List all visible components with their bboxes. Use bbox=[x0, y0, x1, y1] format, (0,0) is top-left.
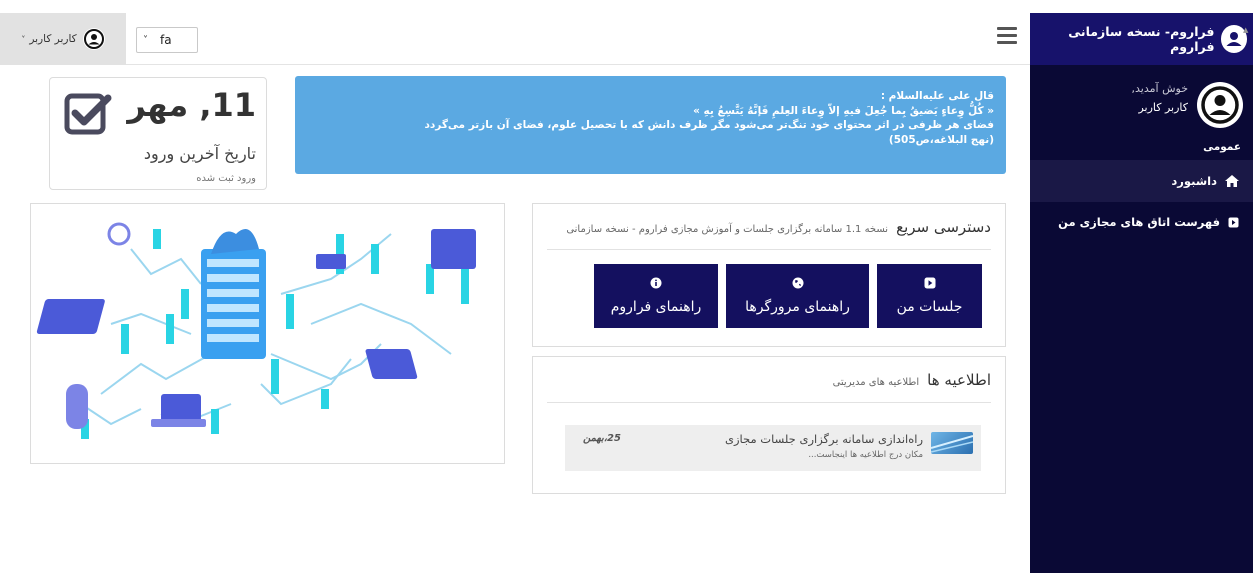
play-square-icon bbox=[924, 277, 936, 293]
my-sessions-button[interactable]: جلسات من bbox=[877, 264, 982, 328]
last-login-sub: ورود ثبت شده bbox=[196, 173, 256, 184]
globe-icon bbox=[792, 277, 804, 293]
quote-line: فضای هر ظرفی در اثر محتوای خود تنگ‌تر می… bbox=[424, 119, 994, 131]
button-label: راهنمای مرورگرها bbox=[745, 299, 850, 315]
app-root: کاربر کاربر ˅ ˅ fa فراروم- نسخه سازمانی … bbox=[0, 0, 1253, 573]
announcements-card: اطلاعیه ها اطلاعیه های مدیریتی راه‌انداز… bbox=[532, 356, 1006, 494]
announcements-subtitle: اطلاعیه های مدیریتی bbox=[832, 377, 920, 388]
quick-access-header: دسترسی سریع نسخه 1.1 سامانه برگزاری جلسا… bbox=[547, 218, 991, 250]
welcome-text: خوش آمدید, bbox=[1131, 82, 1188, 95]
scroll-up-icon[interactable]: ▲ bbox=[1243, 26, 1251, 36]
browsers-guide-button[interactable]: راهنمای مرورگرها bbox=[726, 264, 869, 328]
announcement-desc: مکان درج اطلاعیه ها اینجاست... bbox=[808, 450, 923, 460]
announcement-thumbnail bbox=[931, 432, 973, 454]
quick-access-title: دسترسی سریع bbox=[896, 218, 991, 236]
announcements-title: اطلاعیه ها bbox=[927, 371, 991, 389]
last-login-date: 11, مهر bbox=[127, 86, 256, 124]
fararoom-guide-button[interactable]: راهنمای فراروم bbox=[594, 264, 718, 328]
button-label: راهنمای فراروم bbox=[610, 299, 702, 315]
sidebar-item-my-rooms[interactable]: فهرست اتاق های مجازی من bbox=[1030, 202, 1253, 242]
sidebar-header[interactable]: فراروم- نسخه سازمانی فراروم bbox=[1030, 13, 1253, 65]
announcements-header: اطلاعیه ها اطلاعیه های مدیریتی bbox=[547, 371, 991, 403]
quote-line: « كُلُّ وِعاءٍ يَضيقُ بِما جُعِلَ فيهِ إ… bbox=[693, 104, 994, 117]
play-square-icon bbox=[1228, 217, 1239, 228]
last-login-label: تاریخ آخرین ورود bbox=[143, 144, 256, 163]
top-bar: کاربر کاربر ˅ ˅ fa bbox=[0, 13, 1030, 65]
caret-down-icon: ˅ bbox=[21, 34, 26, 44]
avatar bbox=[1197, 82, 1243, 128]
info-icon bbox=[650, 277, 662, 293]
home-icon bbox=[1225, 175, 1239, 187]
quick-access-subtitle: نسخه 1.1 سامانه برگزاری جلسات و آموزش مج… bbox=[566, 224, 889, 235]
sidebar-item-dashboard[interactable]: داشبورد bbox=[1030, 160, 1253, 202]
button-label: جلسات من bbox=[896, 299, 963, 315]
language-value: fa bbox=[160, 33, 172, 47]
quick-access-card: دسترسی سریع نسخه 1.1 سامانه برگزاری جلسا… bbox=[532, 203, 1006, 347]
sidebar-user-panel: خوش آمدید, کاربر کاربر عمومی bbox=[1030, 65, 1253, 160]
quote-banner: قال علی علیه‌السلام : « كُلُّ وِعاءٍ يَض… bbox=[295, 76, 1006, 174]
chevron-down-icon: ˅ bbox=[143, 34, 148, 46]
user-menu-name: کاربر کاربر bbox=[29, 33, 77, 45]
sidebar-item-label: داشبورد bbox=[1171, 174, 1217, 188]
list-item[interactable]: راه‌اندازی سامانه برگزاری جلسات مجازی مک… bbox=[565, 425, 981, 471]
announcement-title: راه‌اندازی سامانه برگزاری جلسات مجازی bbox=[724, 432, 923, 446]
announcement-date: 25،بهمن bbox=[583, 433, 621, 444]
network-illustration-graphic bbox=[36, 222, 476, 439]
user-menu[interactable]: کاربر کاربر ˅ bbox=[0, 13, 126, 65]
sidebar-item-label: فهرست اتاق های مجازی من bbox=[1058, 215, 1220, 229]
sidebar: فراروم- نسخه سازمانی فراروم خوش آمدید, ک… bbox=[1030, 13, 1253, 573]
quote-line: (نهج البلاغه،ص505) bbox=[888, 133, 994, 146]
brand-title: فراروم- نسخه سازمانی فراروم bbox=[1068, 24, 1215, 54]
last-login-card: 11, مهر تاریخ آخرین ورود ورود ثبت شده bbox=[49, 77, 267, 190]
quote-line: قال علی علیه‌السلام : bbox=[880, 90, 994, 102]
network-illustration bbox=[30, 203, 505, 464]
sidebar-section-title: عمومی bbox=[1203, 141, 1241, 153]
menu-toggle-icon[interactable] bbox=[997, 27, 1017, 45]
sidebar-username: کاربر کاربر bbox=[1138, 101, 1188, 114]
user-avatar-icon bbox=[82, 28, 105, 50]
checkbox-checked-icon bbox=[64, 93, 112, 135]
language-select[interactable]: ˅ fa bbox=[136, 27, 198, 53]
